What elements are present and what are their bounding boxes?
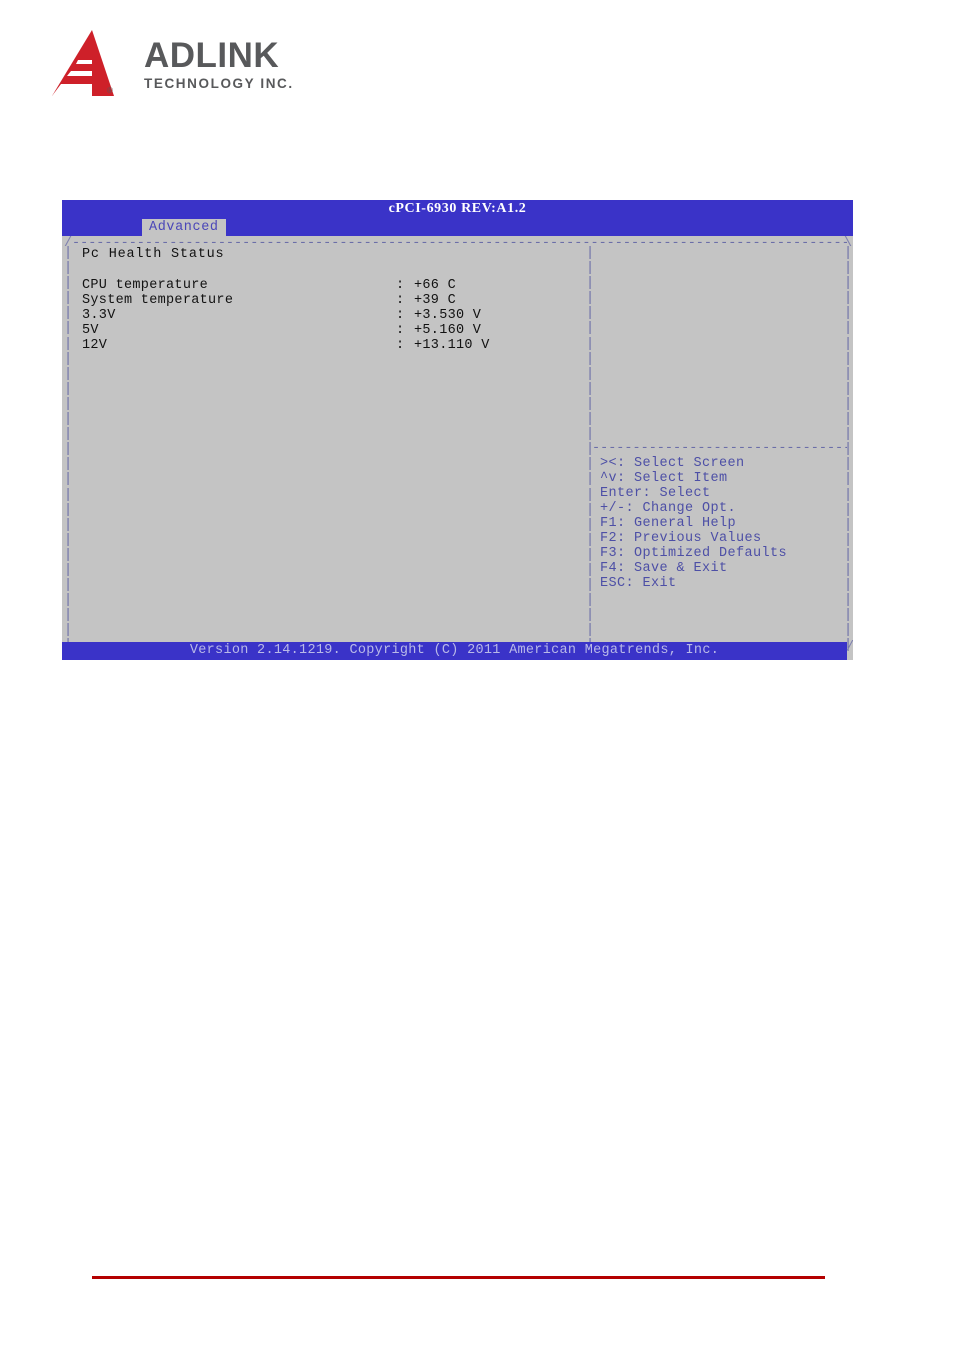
health-status-separator: : — [396, 338, 405, 353]
health-status-label: CPU temperature — [82, 278, 209, 293]
health-status-label: 12V — [82, 338, 108, 353]
help-key-list: ><: Select Screen ^v: Select Item Enter: S… — [600, 456, 845, 591]
health-status-value: +66 C — [414, 278, 457, 293]
pc-health-status-panel: Pc Health Status CPU temperature: +66 C Sy… — [82, 246, 582, 353]
health-status-row: System temperature: +39 C — [82, 293, 582, 308]
bios-title-bar: cPCI-6930 REV:A1.2 — [62, 200, 853, 217]
page-bottom-rule — [92, 1276, 825, 1279]
health-status-row: CPU temperature: +66 C — [82, 278, 582, 293]
frame-left-border: | | | | | | | | | | | | | | | | | | | | … — [64, 246, 73, 653]
health-status-separator: : — [396, 308, 405, 323]
logo-text-block: ADLINK TECHNOLOGY INC. — [144, 38, 294, 92]
help-key-item: +/-: Change Opt. — [600, 501, 737, 516]
help-panel-separator: ----------------------------------------… — [592, 442, 847, 455]
pc-health-status-list: CPU temperature: +66 C System temperature:… — [82, 278, 582, 353]
help-key-item: ><: Select Screen — [600, 456, 745, 471]
help-key-item: Enter: Select — [600, 486, 711, 501]
health-status-label: 3.3V — [82, 308, 116, 323]
health-status-value: +39 C — [414, 293, 457, 308]
bios-body: / --------------------------------------… — [62, 236, 853, 653]
bios-setup-screen: cPCI-6930 REV:A1.2 Advanced / ----------… — [62, 200, 853, 660]
logo-wordmark: ADLINK — [144, 36, 280, 75]
tab-advanced[interactable]: Advanced — [142, 219, 226, 236]
page-header: ADLINK TECHNOLOGY INC. ® — [52, 26, 352, 100]
health-status-value: +13.110 V — [414, 338, 490, 353]
health-status-value: +3.530 V — [414, 308, 482, 323]
help-key-item: F4: Save & Exit — [600, 561, 728, 576]
bios-footer-bar: Version 2.14.1219. Copyright (C) 2011 Am… — [62, 642, 847, 660]
help-key-item: F2: Previous Values — [600, 531, 762, 546]
bios-help-panel: ----------------------------------------… — [592, 246, 847, 636]
bios-tab-bar: Advanced — [62, 217, 853, 236]
help-key-item: F1: General Help — [600, 516, 737, 531]
adlink-triangle-logo-icon — [52, 28, 114, 98]
health-status-separator: : — [396, 278, 405, 293]
health-status-label: System temperature — [82, 293, 234, 308]
health-status-row: 3.3V: +3.530 V — [82, 308, 582, 323]
health-status-separator: : — [396, 293, 405, 308]
bios-title: cPCI-6930 REV:A1.2 — [388, 201, 527, 216]
section-title: Pc Health Status — [82, 247, 225, 262]
health-status-value: +5.160 V — [414, 323, 482, 338]
help-key-item: ^v: Select Item — [600, 471, 728, 486]
health-status-separator: : — [396, 323, 405, 338]
frame-bottom-right-corner: / — [846, 640, 853, 655]
health-status-row: 12V: +13.110 V — [82, 338, 582, 353]
bios-version-copyright: Version 2.14.1219. Copyright (C) 2011 Am… — [189, 643, 720, 658]
health-status-label: 5V — [82, 323, 99, 338]
health-status-row: 5V: +5.160 V — [82, 323, 582, 338]
logo-subtext: TECHNOLOGY INC. — [144, 76, 294, 91]
help-key-item: F3: Optimized Defaults — [600, 546, 788, 561]
registered-trademark-mark: ® — [107, 86, 113, 95]
help-key-item: ESC: Exit — [600, 576, 677, 591]
